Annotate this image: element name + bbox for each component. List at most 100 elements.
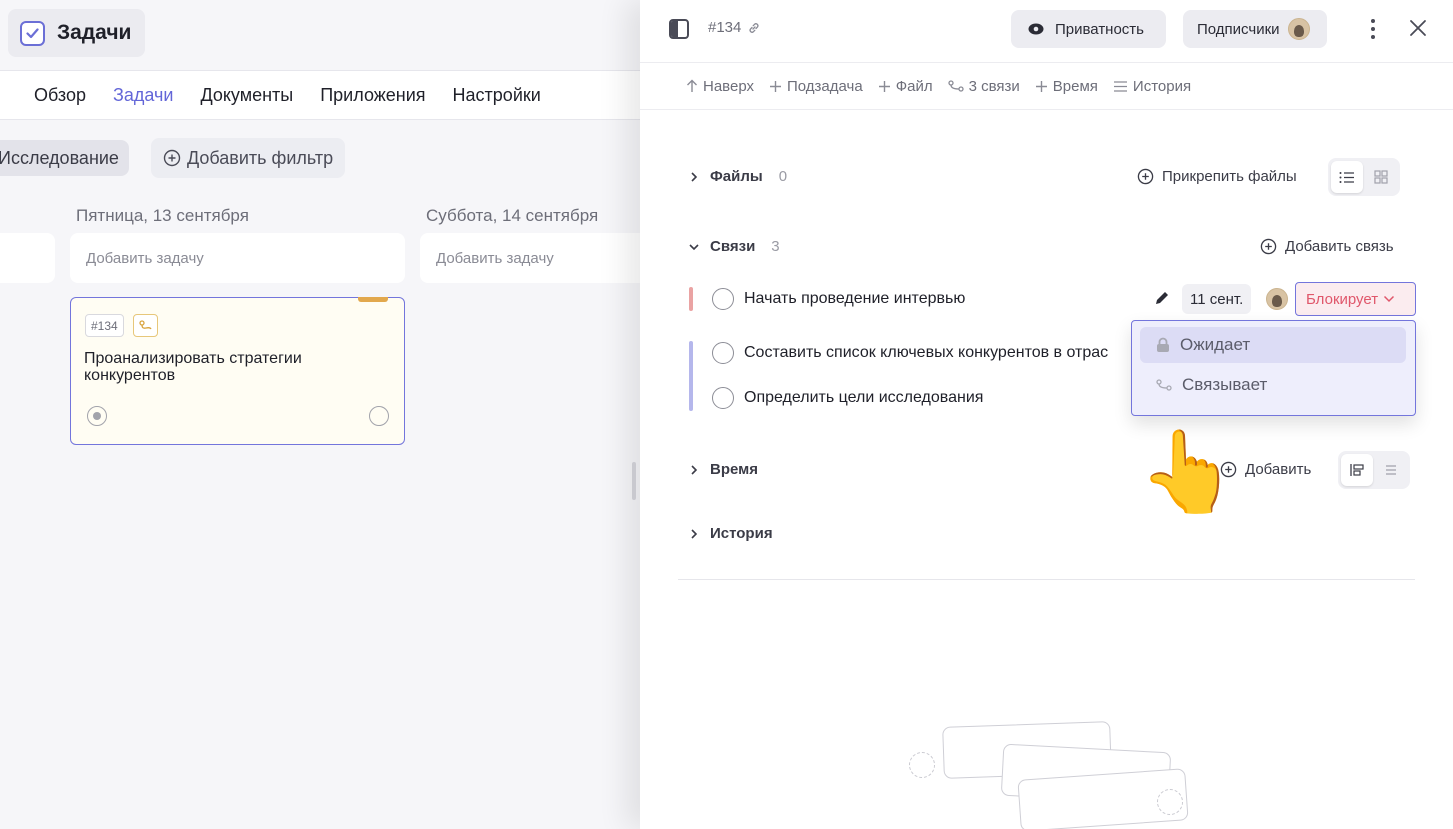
task-detail-panel: #134 Приватность Подписчики Наверх Подза… <box>640 0 1453 829</box>
checkbox-icon <box>20 20 45 46</box>
link-icon <box>947 80 964 92</box>
task-card[interactable]: #134 Проанализировать стратегии конкурен… <box>70 297 405 445</box>
task-toolbar: Наверх Подзадача Файл 3 связи Время Исто… <box>640 62 1453 110</box>
relation-option-links[interactable]: Связывает <box>1140 367 1406 403</box>
chevron-right-icon <box>691 171 698 182</box>
linked-task-row[interactable]: Начать проведение интервью <box>712 288 965 310</box>
link-icon <box>749 22 759 33</box>
history-section-header[interactable]: История <box>688 525 773 542</box>
up-label: Наверх <box>703 77 754 95</box>
plus-circle-icon <box>163 149 181 167</box>
add-task-button[interactable]: Добавить задачу <box>70 233 405 283</box>
add-link-button[interactable]: Добавить связь <box>1260 238 1394 255</box>
complete-circle-icon[interactable] <box>369 406 389 426</box>
history-button[interactable]: История <box>1113 78 1191 95</box>
panel-header: #134 Приватность Подписчики <box>640 0 1453 60</box>
add-task-button[interactable]: Добавить задачу <box>420 233 640 283</box>
time-label: Время <box>1052 77 1098 95</box>
attach-files-label: Прикрепить файлы <box>1162 168 1297 185</box>
task-card-title: Проанализировать стратегии конкурентов <box>84 350 302 384</box>
tab-settings[interactable]: Настройки <box>453 85 541 106</box>
status-icon[interactable] <box>87 406 107 426</box>
relation-type-select[interactable]: Блокирует <box>1295 282 1416 316</box>
tab-overview[interactable]: Обзор <box>34 85 86 106</box>
grid-view-icon[interactable] <box>1365 161 1397 193</box>
relation-type-dropdown: Ожидает Связывает <box>1131 320 1416 416</box>
linked-task-title: Определить цели исследования <box>744 389 984 406</box>
history-label: История <box>710 525 773 542</box>
relation-option-label: Ожидает <box>1180 335 1251 354</box>
column-date: Суббота, 14 сентября <box>426 206 599 225</box>
task-id-label: #134 <box>708 19 742 36</box>
links-button[interactable]: 3 связи <box>947 78 1020 95</box>
pencil-icon[interactable] <box>1154 290 1170 306</box>
tab-apps[interactable]: Приложения <box>320 85 425 106</box>
files-view-toggle <box>1328 158 1400 196</box>
time-section-header[interactable]: Время <box>688 461 758 478</box>
files-section-header[interactable]: Файлы 0 <box>688 168 787 185</box>
filter-chip-research[interactable]: Исследование <box>0 140 129 176</box>
add-subtask-button[interactable]: Подзадача <box>769 78 863 95</box>
up-button[interactable]: Наверх <box>686 78 754 95</box>
plus-icon <box>878 80 890 92</box>
sidebar-toggle-icon[interactable] <box>669 19 689 39</box>
subscribers-button[interactable]: Подписчики <box>1183 10 1327 48</box>
add-filter-button[interactable]: Добавить фильтр <box>151 138 345 178</box>
time-label: Время <box>710 461 758 478</box>
linked-task-title: Составить список ключевых конкурентов в … <box>744 344 1109 361</box>
relation-type-label: Блокирует <box>1306 290 1379 308</box>
task-board: Задачи Обзор Задачи Документы Приложения… <box>0 0 640 829</box>
card-color-mark <box>358 297 388 302</box>
app-title-label: Задачи <box>57 21 132 44</box>
file-label: Файл <box>895 77 933 95</box>
time-view-toggle <box>1338 451 1410 489</box>
list-view-icon[interactable] <box>1331 161 1363 193</box>
add-task-partial[interactable] <box>0 233 55 283</box>
linked-task-row[interactable]: Составить список ключевых конкурентов в … <box>712 342 1108 364</box>
divider <box>678 579 1415 580</box>
complete-circle-icon[interactable] <box>712 288 734 310</box>
list-view-icon[interactable] <box>1375 454 1407 486</box>
more-menu-icon[interactable] <box>1365 15 1381 43</box>
list-icon <box>1113 80 1127 92</box>
relation-option-waiting[interactable]: Ожидает <box>1140 327 1406 363</box>
attach-files-button[interactable]: Прикрепить файлы <box>1137 168 1297 185</box>
privacy-button[interactable]: Приватность <box>1011 10 1166 48</box>
links-count: 3 <box>771 238 780 255</box>
eye-icon <box>1028 23 1044 35</box>
plus-icon <box>1035 80 1047 92</box>
plus-circle-icon <box>1137 168 1154 185</box>
links-section-header[interactable]: Связи 3 <box>688 238 780 255</box>
avatar <box>1287 18 1310 40</box>
arrow-up-icon <box>687 79 697 92</box>
add-time-label: Добавить <box>1245 461 1312 478</box>
task-id-tag: #134 <box>85 314 124 337</box>
relation-option-label: Связывает <box>1182 375 1268 394</box>
close-icon[interactable] <box>1408 18 1428 38</box>
complete-circle-icon[interactable] <box>712 387 734 409</box>
history-label: История <box>1132 77 1192 95</box>
add-file-button[interactable]: Файл <box>878 78 933 95</box>
add-filter-label: Добавить фильтр <box>187 147 334 168</box>
blocking-group-indicator <box>689 287 693 311</box>
column-date: Пятница, 13 сентября <box>76 206 249 225</box>
link-icon <box>1156 379 1172 391</box>
add-time-button[interactable]: Время <box>1035 78 1098 95</box>
timeline-view-icon[interactable] <box>1341 454 1373 486</box>
chevron-right-icon <box>691 464 698 475</box>
task-id[interactable]: #134 <box>708 19 761 36</box>
lock-icon <box>1157 337 1169 352</box>
tab-documents[interactable]: Документы <box>200 85 293 106</box>
tab-tasks[interactable]: Задачи <box>113 85 173 106</box>
add-link-label: Добавить связь <box>1285 238 1394 255</box>
links-label: Связи <box>710 238 756 255</box>
main-nav: Обзор Задачи Документы Приложения Настро… <box>0 70 640 120</box>
subscribers-label: Подписчики <box>1197 20 1280 38</box>
resize-handle[interactable] <box>632 462 636 500</box>
files-label: Файлы <box>710 168 763 185</box>
related-group-indicator <box>689 341 693 411</box>
due-date-chip[interactable]: 11 сент. <box>1182 284 1252 314</box>
app-title[interactable]: Задачи <box>8 9 145 57</box>
linked-task-row[interactable]: Определить цели исследования <box>712 387 983 409</box>
complete-circle-icon[interactable] <box>712 342 734 364</box>
